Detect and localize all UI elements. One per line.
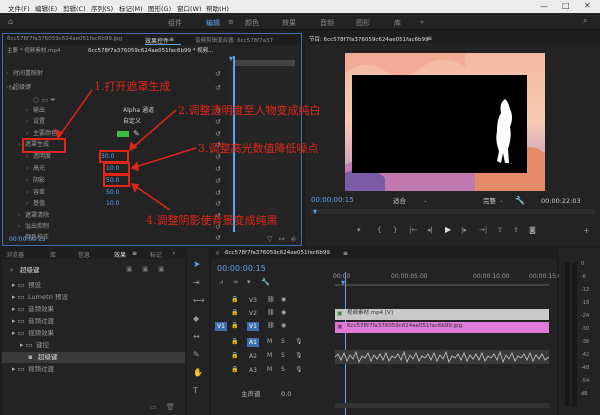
annotation-arrows xyxy=(54,89,197,211)
annotation-step-4: 4.调整阴影使背景变成纯黑 xyxy=(146,214,278,227)
annotation-step-2: 2.调整透明度至人物变成纯白 xyxy=(178,104,321,117)
annotation-step-3: 3.调整高光数值降低噪点 xyxy=(198,142,319,155)
annotation-step-1: 1.打开遮罩生成 xyxy=(94,80,171,93)
